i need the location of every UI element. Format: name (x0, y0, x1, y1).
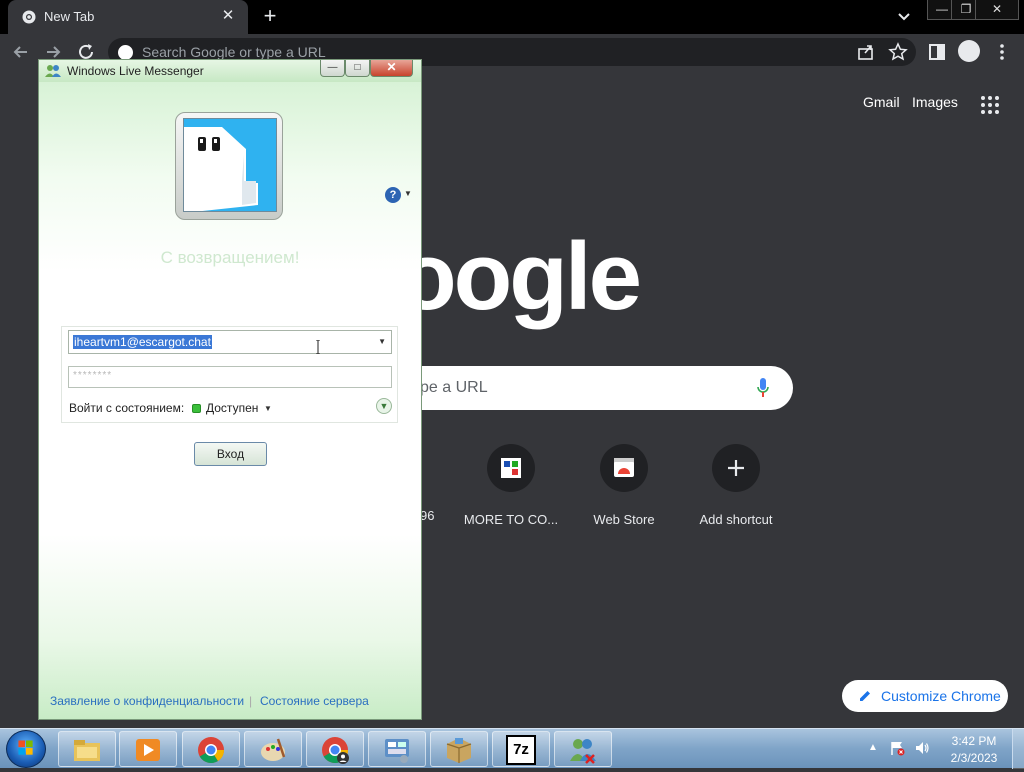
action-center-flag-icon[interactable] (889, 740, 905, 756)
taskbar-messenger[interactable] (554, 731, 612, 767)
messenger-window: Windows Live Messenger — □ ✕ ? ▼ С возвр… (38, 59, 422, 720)
new-tab-button[interactable]: + (258, 4, 282, 28)
ghost-avatar-icon (183, 118, 277, 212)
shortcut-label-partial[interactable]: 96 (420, 508, 434, 523)
status-dropdown-icon[interactable]: ▼ (264, 404, 272, 413)
show-desktop-button[interactable] (1012, 729, 1024, 769)
email-dropdown-icon[interactable]: ▼ (378, 337, 386, 346)
google-g-icon (118, 45, 133, 60)
plus-icon (712, 444, 760, 492)
shortcut-web-store[interactable]: Web Store (568, 444, 680, 534)
media-player-icon (136, 739, 160, 761)
messenger-title: Windows Live Messenger (67, 64, 204, 78)
email-value: iheartvm1@escargot.chat (73, 335, 212, 349)
windows-logo-icon (18, 740, 33, 755)
customize-label: Customize Chrome (881, 688, 1001, 704)
messenger-close-button[interactable]: ✕ (370, 60, 413, 77)
taskbar-chrome[interactable] (182, 731, 240, 767)
tab-new-tab[interactable]: New Tab ✕ (8, 0, 248, 34)
shortcut-label: Add shortcut (699, 512, 773, 527)
control-panel-icon (385, 739, 409, 763)
package-icon (446, 738, 472, 763)
chrome-icon (22, 10, 36, 24)
clock-date[interactable]: 2/3/2023 (950, 751, 998, 765)
taskbar-paint[interactable] (244, 731, 302, 767)
welcome-text: С возвращением! (160, 248, 300, 267)
chrome-tab-strip: New Tab ✕ + — ❐ ✕ (0, 0, 1024, 34)
site-favicon (487, 444, 535, 492)
expand-options-icon[interactable]: ▼ (376, 398, 392, 414)
paint-icon (261, 738, 286, 761)
tray-overflow-icon[interactable]: ▲ (868, 742, 878, 753)
gmail-link[interactable]: Gmail (863, 94, 900, 110)
sign-in-button[interactable]: Вход (194, 442, 267, 466)
explorer-icon (74, 740, 100, 761)
shortcut-label: MORE TO CO... (463, 512, 559, 527)
messenger-maximize-button[interactable]: □ (345, 60, 370, 77)
close-window-button[interactable]: ✕ (975, 0, 1019, 20)
taskbar-7zip[interactable]: 7z (492, 731, 550, 767)
help-icon[interactable]: ? (385, 187, 401, 203)
7zip-icon: 7z (506, 735, 536, 765)
shortcut-add[interactable]: Add shortcut (680, 444, 792, 534)
shortcut-more-to-co[interactable]: MORE TO CO... (455, 444, 567, 534)
display-picture[interactable] (175, 112, 283, 220)
chrome-profile-icon (322, 737, 349, 764)
volume-icon[interactable] (914, 740, 930, 756)
messenger-icon (570, 739, 596, 764)
taskbar-package[interactable] (430, 731, 488, 767)
star-icon[interactable] (887, 41, 909, 63)
taskbar-media-player[interactable] (119, 731, 177, 767)
tab-search-icon[interactable] (894, 8, 914, 26)
shortcut-label: Web Store (593, 512, 655, 527)
tab-close-button[interactable]: ✕ (218, 6, 238, 26)
tab-title: New Tab (44, 9, 95, 24)
email-field[interactable]: iheartvm1@escargot.chat ▼ (68, 330, 392, 354)
mic-icon[interactable] (756, 376, 770, 400)
password-placeholder: ******** (73, 370, 113, 381)
password-field[interactable]: ******** (68, 366, 392, 388)
clock-time[interactable]: 3:42 PM (950, 734, 998, 748)
chrome-icon (198, 737, 225, 764)
footer-separator: | (249, 694, 253, 708)
search-box[interactable]: pe a URL (380, 366, 793, 410)
messenger-minimize-button[interactable]: — (320, 60, 345, 77)
status-available-icon (192, 404, 201, 413)
start-button[interactable] (6, 730, 46, 768)
omnibox-placeholder: Search Google or type a URL (142, 44, 326, 60)
taskbar-explorer[interactable] (58, 731, 116, 767)
privacy-statement-link[interactable]: Заявление о конфиденциальности (50, 694, 244, 708)
messenger-buddy-icon (45, 65, 61, 77)
customize-chrome-button[interactable]: Customize Chrome (842, 680, 1008, 712)
search-placeholder: pe a URL (420, 379, 488, 396)
web-store-icon (600, 444, 648, 492)
taskbar-chrome-profile[interactable] (306, 731, 364, 767)
side-panel-icon[interactable] (926, 41, 948, 63)
google-apps-icon[interactable] (981, 96, 999, 114)
share-icon[interactable] (855, 41, 877, 63)
pencil-icon (860, 691, 870, 701)
server-status-link[interactable]: Состояние сервера (260, 694, 369, 708)
status-label: Войти с состоянием: (69, 401, 185, 415)
taskbar-control-panel[interactable] (368, 731, 426, 767)
images-link[interactable]: Images (912, 94, 958, 110)
text-cursor-icon (316, 340, 320, 354)
back-icon[interactable] (10, 41, 32, 63)
taskbar: 7z ▲ 3:42 PM 2/3/2023 (0, 728, 1024, 769)
status-select[interactable]: Доступен (206, 401, 258, 415)
kebab-menu-icon[interactable] (991, 41, 1013, 63)
profile-icon[interactable] (958, 40, 980, 62)
google-logo: oogle (398, 223, 642, 330)
help-dropdown-icon[interactable]: ▼ (404, 189, 412, 198)
